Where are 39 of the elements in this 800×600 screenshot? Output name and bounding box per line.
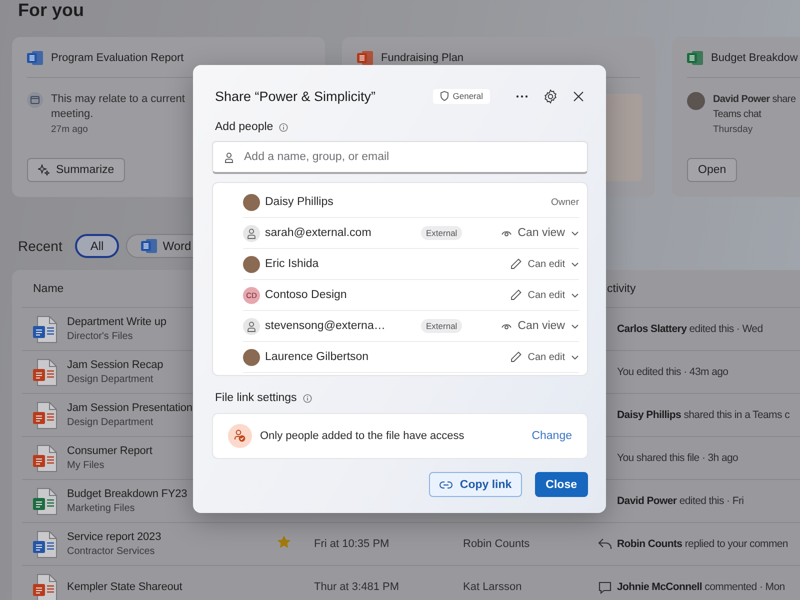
activity-text: Carlos Slattery edited this · Wed xyxy=(617,323,763,335)
section-title: Recent xyxy=(18,238,62,254)
date-cell: Thur at 3:481 PM xyxy=(314,581,399,593)
activity-text: Daisy Phillips shared this in a Teams c xyxy=(617,409,790,421)
section-title: For you xyxy=(17,0,85,20)
activity-text: You edited this · 43m ago xyxy=(617,366,728,378)
file-location: Director's Files xyxy=(67,330,134,343)
dialog-title: Share “Power & Simplicity” xyxy=(215,88,377,104)
activity-text: Robin Counts replied to your commen xyxy=(617,538,788,550)
person-name: Eric Ishida xyxy=(265,258,320,270)
activity-text: You shared this file · 3h ago xyxy=(617,452,738,464)
column-header: ctivity xyxy=(606,282,636,294)
time-label: Thursday xyxy=(713,123,754,137)
file-location: Design Department xyxy=(67,416,154,429)
column-header: Name xyxy=(33,282,64,294)
external-tag: External xyxy=(421,226,462,240)
section-label: File link settings xyxy=(215,392,297,404)
person-name: sarah@external.com xyxy=(265,227,372,239)
person-name: Daisy Phillips xyxy=(265,196,334,208)
activity-text: Johnie McConnell commented · Mon xyxy=(617,581,785,593)
activity-text: David Power edited this · Fri xyxy=(617,495,744,507)
file-location: Marketing Files xyxy=(67,502,136,515)
role-label: Owner xyxy=(551,196,579,208)
section-label: Add people xyxy=(215,121,274,133)
person-name: stevensong@externa… xyxy=(265,320,386,332)
external-tag: External xyxy=(421,319,462,333)
person-name: Contoso Design xyxy=(265,289,348,301)
file-location: Contractor Services xyxy=(67,545,156,558)
time-label: 27m ago xyxy=(51,123,89,137)
share-text: Teams chat xyxy=(713,108,762,122)
suggestion-text: This may relate to a current meeting. xyxy=(51,92,186,122)
share-text: David Power share xyxy=(713,93,796,107)
person-name: Laurence Gilbertson xyxy=(265,351,370,363)
person-cell: Kat Larsson xyxy=(463,581,522,593)
date-cell: Fri at 10:35 PM xyxy=(314,538,390,550)
person-cell: Robin Counts xyxy=(463,538,530,550)
file-location: My Files xyxy=(67,459,106,472)
access-description: Only people added to the file have access xyxy=(260,430,466,442)
file-location: Design Department xyxy=(67,373,154,386)
